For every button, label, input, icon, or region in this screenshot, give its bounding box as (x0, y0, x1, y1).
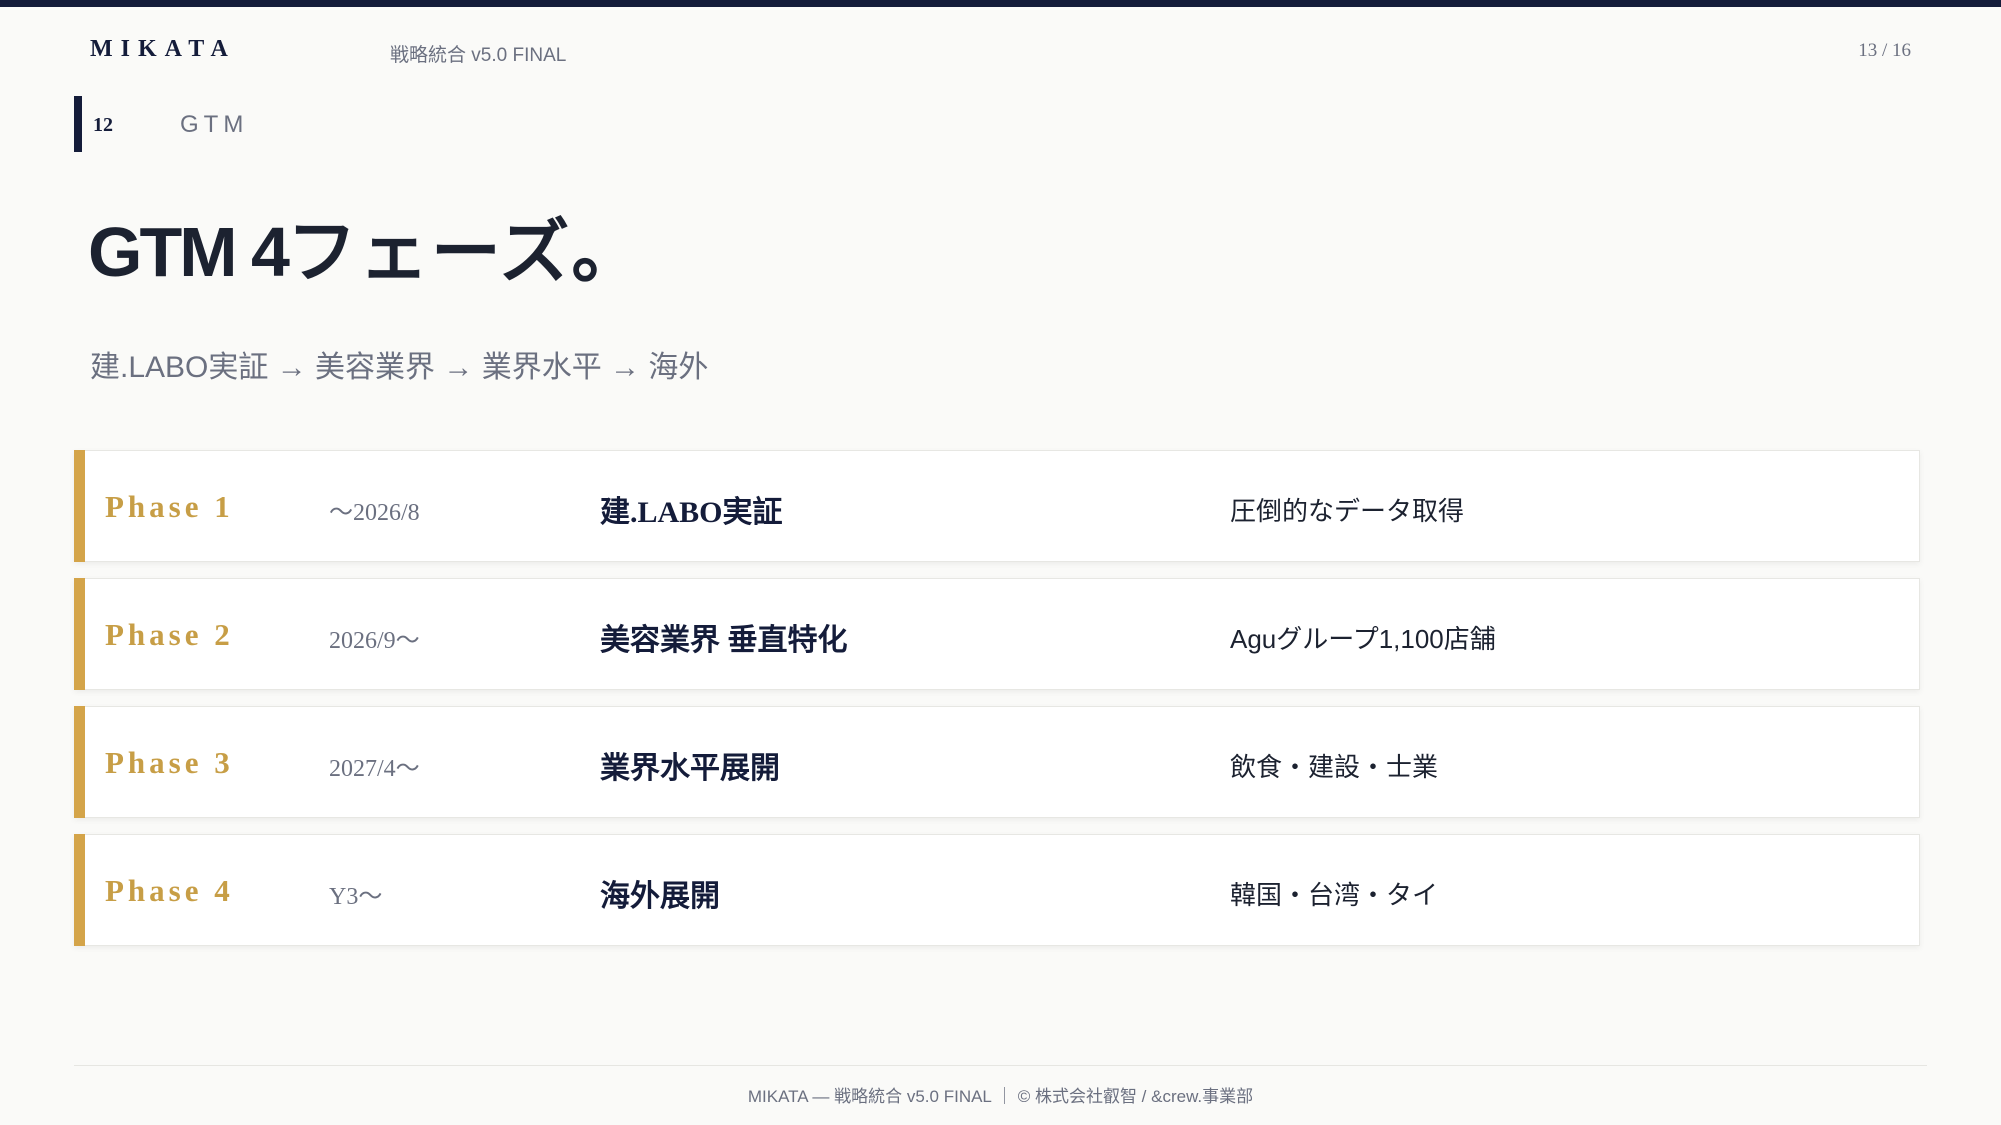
section-marker (74, 96, 82, 152)
section-label: GTM (180, 111, 249, 138)
phase-description: 圧倒的なデータ取得 (1230, 496, 1465, 526)
page-title: GTM 4フェーズ。 (88, 196, 643, 297)
phase-name: 業界水平展開 (600, 752, 780, 785)
section-number: 12 (93, 114, 113, 136)
footer-divider (74, 1065, 1927, 1066)
phase-label: Phase 4 (105, 873, 234, 908)
phase-period: 2026/9〜 (329, 628, 420, 654)
brand-logo: MIKATA (90, 36, 236, 62)
phase-name: 美容業界 垂直特化 (600, 624, 848, 657)
phase-name: 建.LABO実証 (600, 496, 783, 529)
phase-label: Phase 1 (105, 489, 234, 524)
page-title-latin: GTM 4 (88, 213, 290, 291)
page-indicator: 13 / 16 (1858, 40, 1911, 61)
phase-row: Phase 2 2026/9〜 美容業界 垂直特化 Aguグループ1,100店舗 (74, 578, 1920, 690)
phase-description: 飲食・建設・士業 (1230, 752, 1439, 782)
phase-label: Phase 3 (105, 745, 234, 780)
phase-row: Phase 3 2027/4〜 業界水平展開 飲食・建設・士業 (74, 706, 1920, 818)
phase-list: Phase 1 〜2026/8 建.LABO実証 圧倒的なデータ取得 Phase… (74, 450, 1920, 962)
phase-row: Phase 1 〜2026/8 建.LABO実証 圧倒的なデータ取得 (74, 450, 1920, 562)
page-subtitle: 建.LABO実証 → 美容業界 → 業界水平 → 海外 (90, 351, 709, 384)
document-title: 戦略統合 v5.0 FINAL (390, 45, 567, 66)
phase-name: 海外展開 (600, 880, 720, 913)
page-title-jp: フェーズ。 (286, 215, 644, 292)
footer-text: MIKATA — 戦略統合 v5.0 FINAL ｜ © 株式会社叡智 / &c… (747, 1087, 1254, 1106)
phase-period: 2027/4〜 (329, 756, 420, 782)
phase-description: 韓国・台湾・タイ (1230, 880, 1439, 910)
phase-description: Aguグループ1,100店舗 (1230, 624, 1496, 654)
phase-row: Phase 4 Y3〜 海外展開 韓国・台湾・タイ (74, 834, 1920, 946)
phase-label: Phase 2 (105, 617, 234, 652)
phase-period: 〜2026/8 (329, 500, 420, 526)
phase-period: Y3〜 (329, 884, 383, 910)
top-accent-bar (0, 0, 2001, 7)
